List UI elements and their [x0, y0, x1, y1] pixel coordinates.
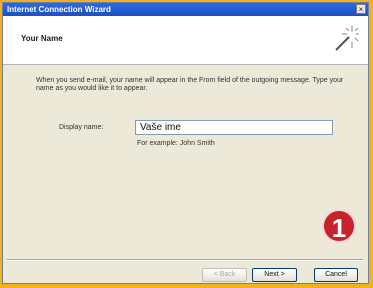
cancel-button[interactable]: Cancel [314, 268, 358, 282]
next-button[interactable]: Next > [252, 268, 297, 282]
title-bar[interactable]: Internet Connection Wizard × [3, 3, 368, 16]
instructions-text: When you send e-mail, your name will app… [36, 77, 344, 92]
close-button[interactable]: × [356, 4, 366, 14]
display-name-label: Display name: [59, 124, 104, 131]
footer-divider [7, 259, 363, 261]
page-title: Your Name [21, 34, 63, 43]
back-button[interactable]: < Back [202, 268, 247, 282]
wizard-wand-icon [335, 26, 359, 51]
wizard-header: Your Name [3, 16, 368, 65]
display-name-input[interactable]: Vaše ime [135, 120, 333, 135]
wizard-window: Internet Connection Wizard × Your Name W… [2, 2, 369, 284]
window-title: Internet Connection Wizard [7, 5, 111, 14]
example-hint: For example: John Smith [137, 140, 215, 147]
step-number-badge: 1 [322, 209, 356, 243]
